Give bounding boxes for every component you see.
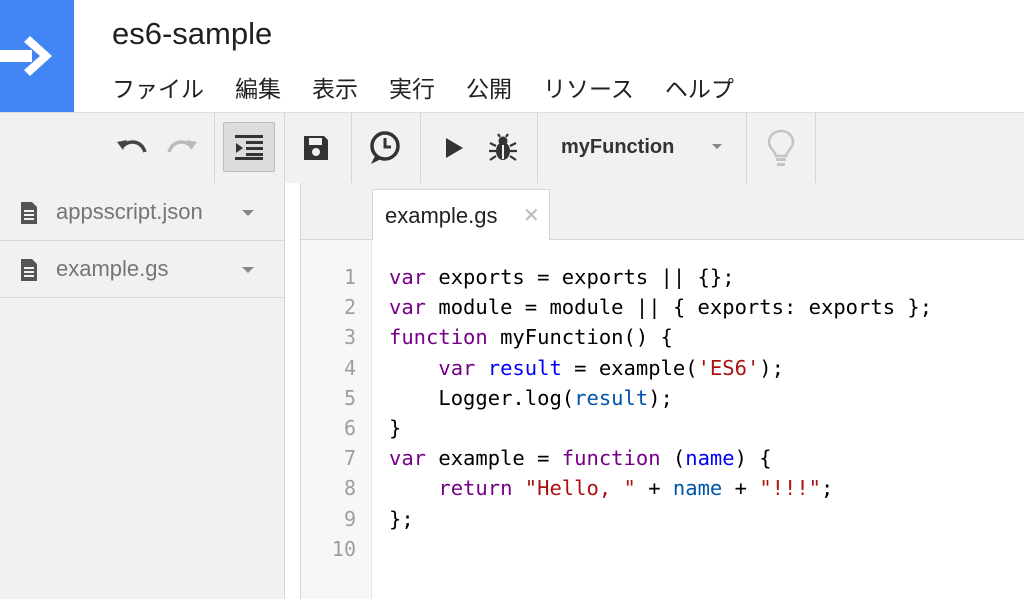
code-token: ) { xyxy=(734,446,772,471)
undo-button[interactable] xyxy=(110,113,154,183)
code-token: ( xyxy=(660,446,686,471)
chevron-down-icon[interactable] xyxy=(242,267,254,273)
code-line: }; xyxy=(389,504,932,534)
line-number: 2 xyxy=(343,295,356,320)
code-line: var example = function (name) { xyxy=(389,443,932,473)
code-token: ; xyxy=(821,476,834,501)
lightbulb-icon xyxy=(767,129,795,166)
line-number: 3 xyxy=(343,325,356,350)
code-line: } xyxy=(389,413,932,443)
menu-publish[interactable]: 公開 xyxy=(466,70,512,104)
code-token: function xyxy=(389,325,501,350)
line-number: 8 xyxy=(343,476,356,501)
code-token: name xyxy=(672,476,723,501)
code-token: + xyxy=(635,476,673,501)
menu-file[interactable]: ファイル xyxy=(112,70,204,104)
code-token: var xyxy=(389,265,439,289)
code-token: Logger.log( xyxy=(389,385,575,410)
code-line: var result = example('ES6'); xyxy=(389,353,932,383)
redo-button[interactable] xyxy=(160,113,204,183)
code-line: return "Hello, " + name + "!!!"; xyxy=(389,473,932,503)
apps-script-logo[interactable] xyxy=(0,0,74,112)
code-token: function xyxy=(561,446,661,471)
menu-resources[interactable]: リソース xyxy=(543,70,634,104)
code-token: myFunction() { xyxy=(500,325,673,350)
debug-icon xyxy=(489,133,517,161)
file-name: example.gs xyxy=(56,256,169,281)
run-icon xyxy=(446,138,463,158)
code-token: var xyxy=(389,295,439,320)
code-token: = example( xyxy=(561,355,698,380)
save-icon xyxy=(304,136,328,160)
code-line: function myFunction() { xyxy=(389,322,932,352)
arrow-logo-icon xyxy=(0,36,52,76)
chevron-down-icon[interactable] xyxy=(712,144,722,149)
indent-button[interactable] xyxy=(223,122,275,172)
redo-icon xyxy=(167,140,197,153)
file-sidebar: appsscript.json example.gs xyxy=(0,183,285,599)
code-token: }; xyxy=(389,506,414,531)
triggers-icon xyxy=(370,131,400,164)
code-editor[interactable]: var exports = exports || {}; var module =… xyxy=(389,262,932,564)
line-number: 10 xyxy=(331,536,356,561)
code-line: Logger.log(result); xyxy=(389,383,932,413)
toolbar xyxy=(0,112,1024,184)
code-token: name xyxy=(685,446,735,471)
code-token: var xyxy=(389,446,439,471)
line-number: 1 xyxy=(343,265,356,289)
code-token: example = xyxy=(438,446,562,471)
tab-label: example.gs xyxy=(385,203,498,228)
menu-run[interactable]: 実行 xyxy=(389,70,435,104)
document-icon xyxy=(21,202,37,224)
undo-icon xyxy=(117,140,147,153)
code-token: result xyxy=(487,355,562,380)
code-token: exports = exports || {}; xyxy=(438,265,735,289)
code-token: var xyxy=(438,355,488,380)
menu-edit[interactable]: 編集 xyxy=(235,70,281,104)
run-button[interactable] xyxy=(436,113,472,183)
code-token: + xyxy=(722,476,760,501)
file-item-example-gs[interactable]: example.gs xyxy=(0,241,284,298)
file-name: appsscript.json xyxy=(56,199,203,224)
triggers-button[interactable] xyxy=(358,113,412,183)
project-title[interactable]: es6-sample xyxy=(112,16,272,52)
menu-help[interactable]: ヘルプ xyxy=(665,70,734,104)
code-line: var exports = exports || {}; xyxy=(389,262,932,292)
tab-example-gs[interactable]: example.gs ✕ xyxy=(372,189,550,240)
code-token: 'ES6' xyxy=(697,355,760,380)
code-token: } xyxy=(389,416,402,441)
indent-icon xyxy=(235,135,263,160)
code-token: ); xyxy=(648,385,673,410)
line-number: 7 xyxy=(343,446,356,471)
close-icon[interactable]: ✕ xyxy=(523,203,540,228)
line-numbers: 1 2 3 4 5 6 7 8 9 10 xyxy=(300,262,356,564)
code-line: var module = module || { exports: export… xyxy=(389,292,932,322)
menu-bar: ファイル 編集 表示 実行 公開 リソース ヘルプ xyxy=(112,70,765,104)
file-item-appsscript-json[interactable]: appsscript.json xyxy=(0,184,284,241)
line-number: 5 xyxy=(343,385,356,410)
line-number: 9 xyxy=(343,506,356,531)
code-token: module = module || { exports: exports }; xyxy=(438,295,933,320)
code-token: "Hello, " xyxy=(524,476,636,501)
code-token: "!!!" xyxy=(759,476,822,501)
line-number: 4 xyxy=(343,355,356,380)
chevron-down-icon[interactable] xyxy=(242,210,254,216)
menu-view[interactable]: 表示 xyxy=(312,70,358,104)
line-number: 6 xyxy=(343,416,356,441)
debug-button[interactable] xyxy=(482,113,524,183)
save-button[interactable] xyxy=(290,113,342,183)
execution-hints-button[interactable] xyxy=(756,113,806,183)
document-icon xyxy=(21,259,37,281)
code-token: result xyxy=(574,385,649,410)
code-token: return xyxy=(438,476,513,501)
function-select[interactable]: myFunction xyxy=(561,112,674,182)
code-token: ); xyxy=(759,355,784,380)
